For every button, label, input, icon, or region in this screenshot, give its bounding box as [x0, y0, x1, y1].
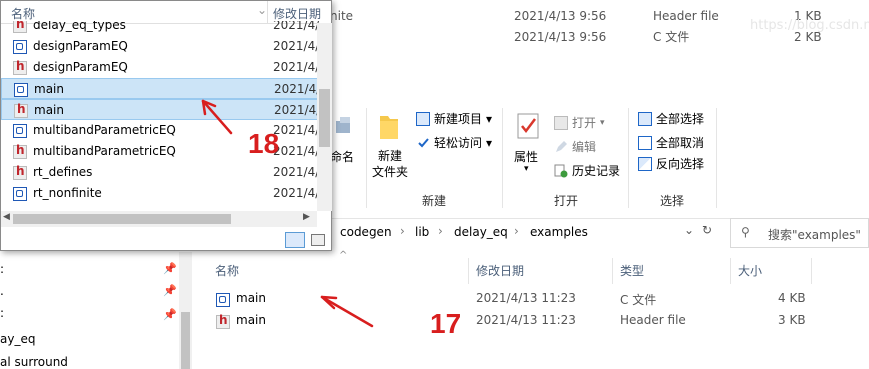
arrow-18	[201, 99, 233, 135]
arrow-17	[320, 295, 374, 328]
annotation-18: 18	[248, 128, 280, 159]
annotation-17: 17	[430, 308, 462, 339]
